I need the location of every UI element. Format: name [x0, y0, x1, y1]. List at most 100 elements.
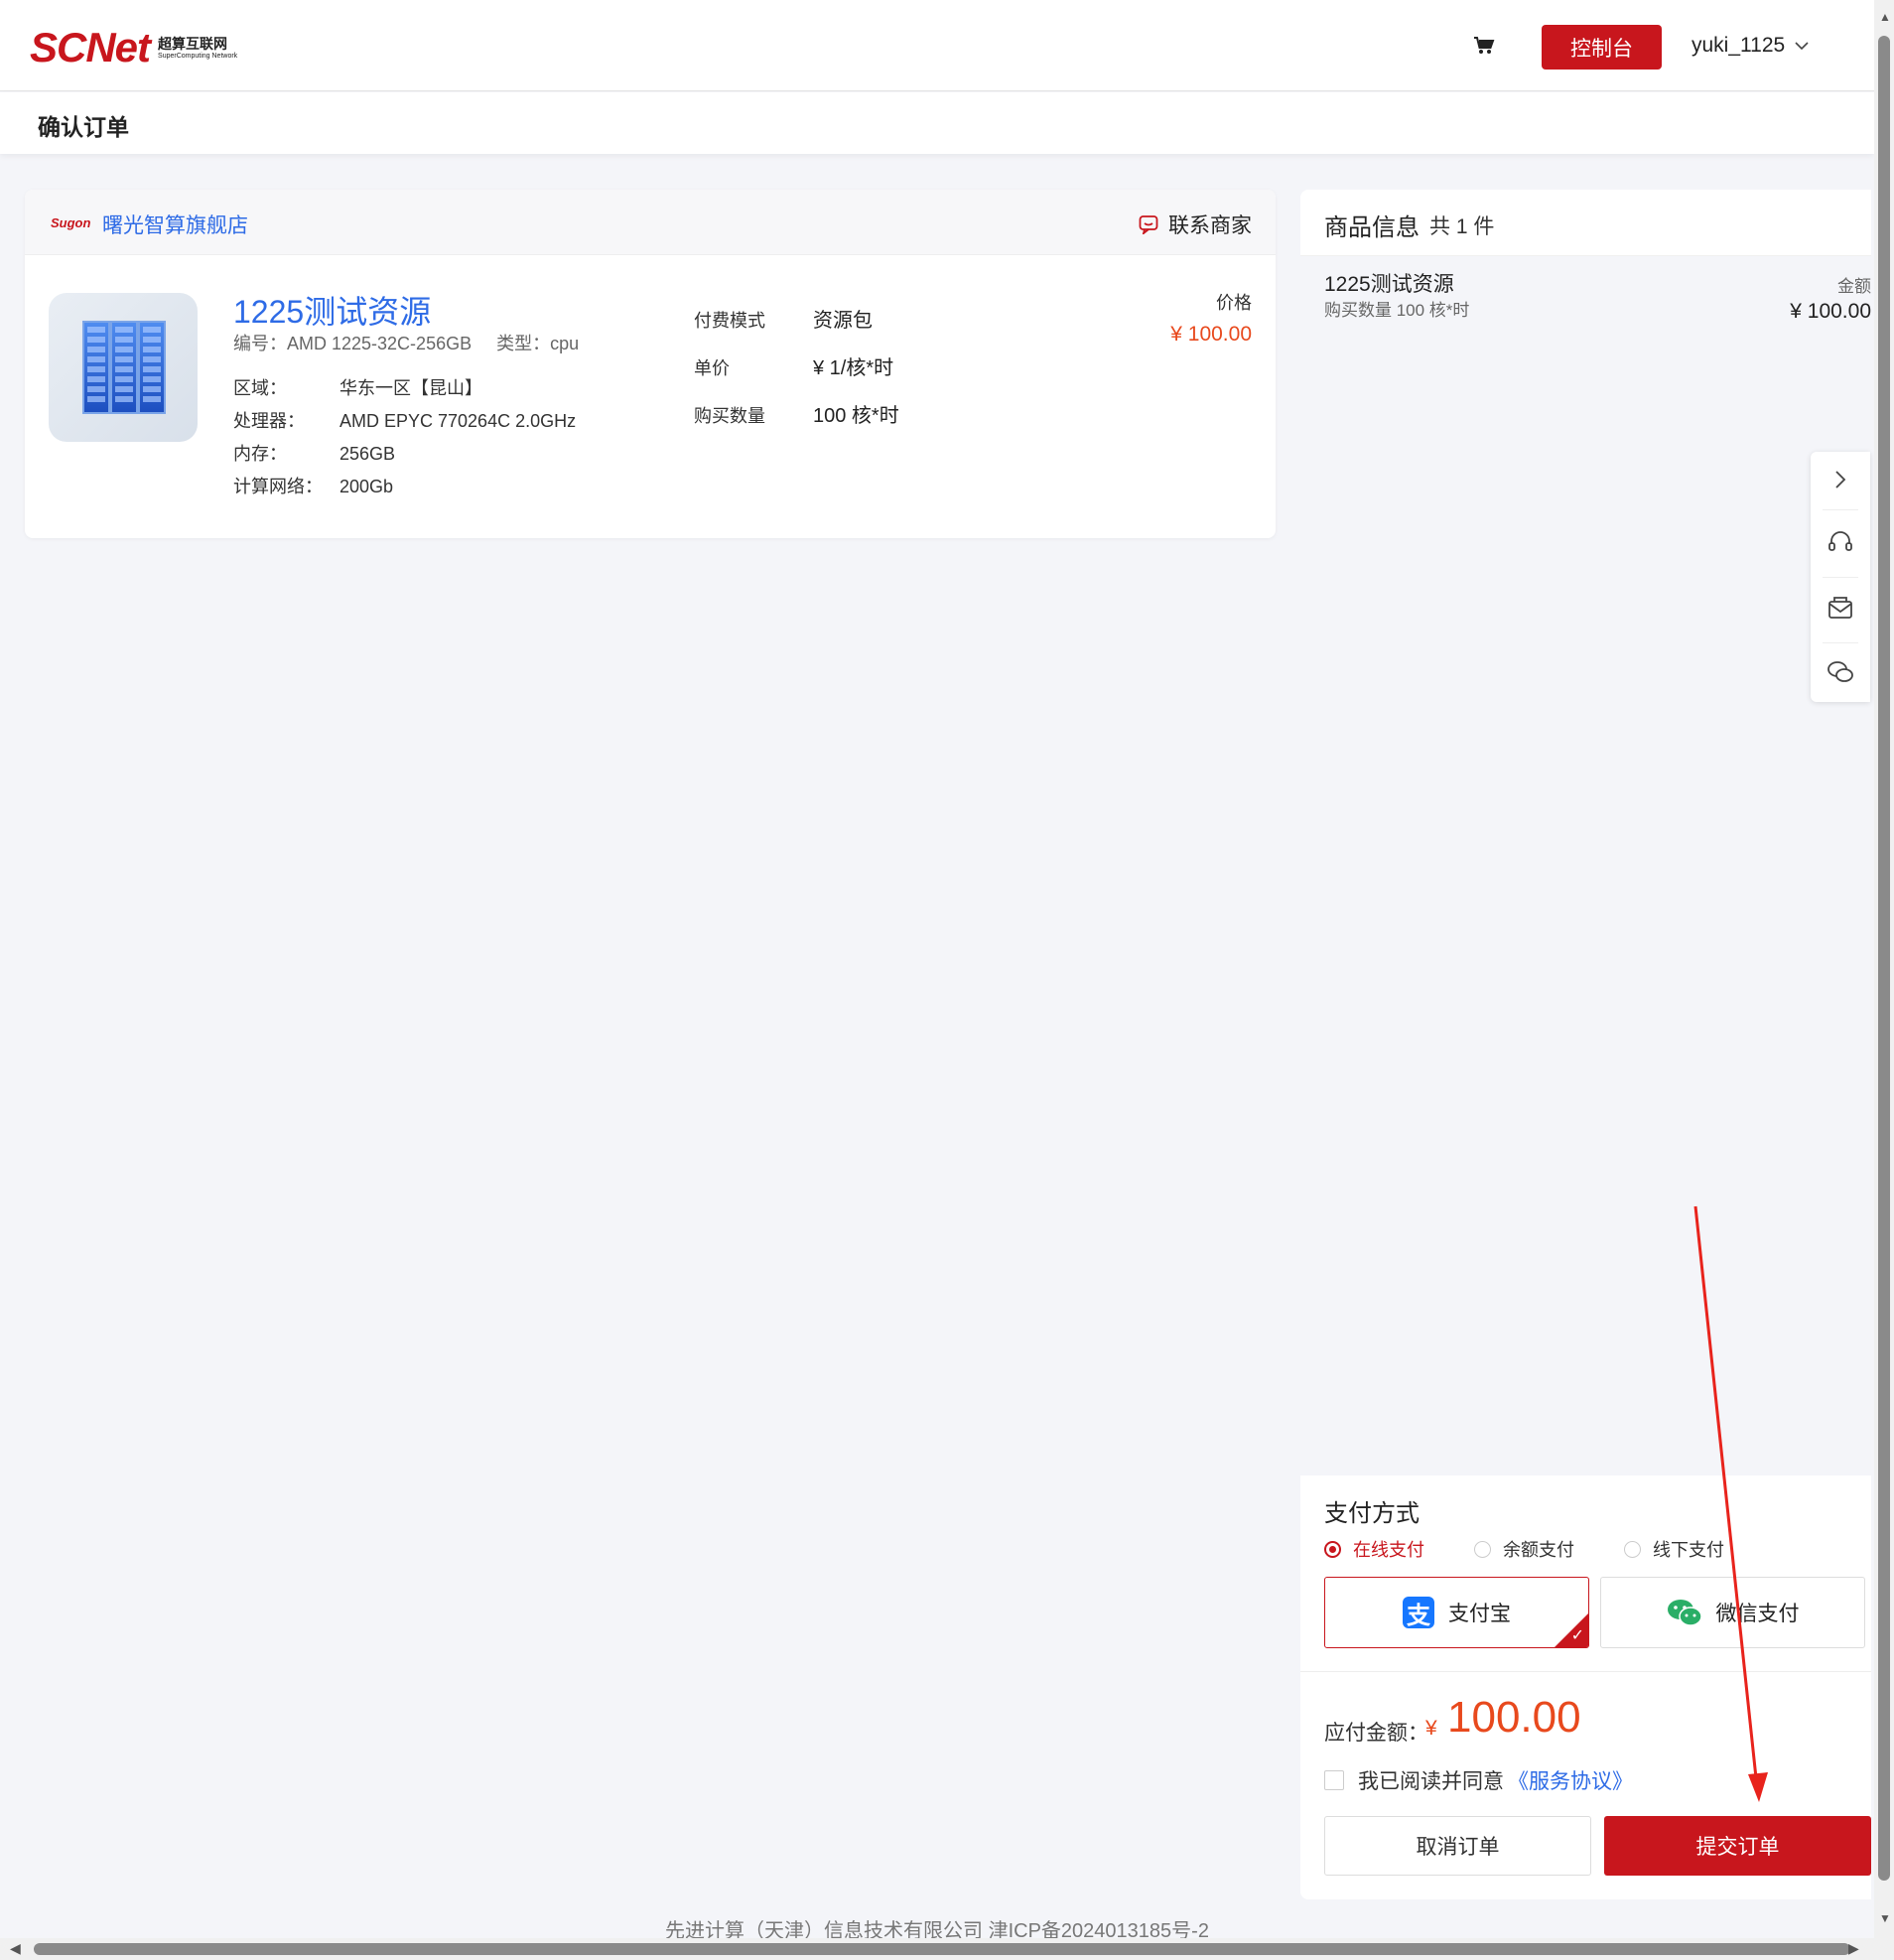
- spec-key: 处理器：: [233, 411, 305, 431]
- alipay-label: 支付宝: [1448, 1603, 1511, 1625]
- wechat-pay-button[interactable]: 微信支付: [1600, 1577, 1865, 1648]
- agreement-checkbox[interactable]: [1324, 1770, 1344, 1790]
- summary-title: 商品信息: [1324, 214, 1420, 241]
- spec-key: 内存：: [233, 444, 287, 464]
- radio-balance-pay[interactable]: 余额支付: [1474, 1536, 1574, 1562]
- server-rack-graphic: [138, 321, 166, 414]
- product-code-label: 编号：: [233, 334, 287, 353]
- scrollbar-thumb[interactable]: [34, 1943, 1850, 1955]
- logo-subtitle-cn: 超算互联网: [158, 35, 228, 52]
- footer-icp: 先进计算（天津）信息技术有限公司 津ICP备2024013185号-2: [665, 1920, 1209, 1938]
- payment-title: 支付方式: [1324, 1500, 1420, 1527]
- alipay-button[interactable]: 支 支付宝 ✓: [1324, 1577, 1589, 1648]
- page-title: 确认订单: [38, 114, 129, 140]
- submit-order-button[interactable]: 提交订单: [1604, 1816, 1871, 1876]
- divider: [1823, 642, 1858, 643]
- billing-key: 付费模式: [694, 311, 765, 331]
- vertical-scrollbar[interactable]: ▲ ▼: [1874, 0, 1894, 1960]
- amount-due-label: 应付金额：: [1324, 1722, 1428, 1745]
- spec-row: 内存： 256GB: [233, 440, 395, 466]
- scnet-logo[interactable]: SCNet 超算互联网 SuperComputing Network: [30, 26, 237, 70]
- spec-row: 处理器： AMD EPYC 770264C 2.0GHz: [233, 407, 576, 433]
- product-type: cpu: [550, 334, 580, 353]
- divider: [1823, 577, 1858, 578]
- order-summary-panel: 商品信息 共 1 件 1225测试资源 购买数量 100 核*时 金额 ¥ 10…: [1300, 190, 1871, 1899]
- summary-item-name: 1225测试资源: [1324, 273, 1454, 296]
- spec-value: AMD EPYC 770264C 2.0GHz: [339, 411, 577, 431]
- check-icon: ✓: [1570, 1627, 1584, 1644]
- spec-row: 区域： 华东一区【昆山】: [233, 374, 482, 400]
- collapse-toolbar-button[interactable]: [1823, 462, 1858, 497]
- billing-value: ¥ 1/核*时: [813, 357, 894, 379]
- product-type-label: 类型：: [496, 334, 551, 353]
- server-rack-graphic: [82, 321, 110, 414]
- summary-amount: ¥ 100.00: [1790, 300, 1871, 323]
- agreement-row: 我已阅读并同意 《服务协议》: [1324, 1765, 1633, 1795]
- scroll-up-icon[interactable]: ▲: [1879, 10, 1891, 24]
- shop-logo: Sugon: [51, 215, 91, 230]
- spec-value: 256GB: [339, 444, 396, 464]
- scrollbar-thumb[interactable]: [1878, 36, 1890, 1881]
- headset-icon: [1828, 531, 1852, 551]
- alipay-icon: 支: [1403, 1597, 1434, 1629]
- divider: [1823, 509, 1858, 510]
- billing-row: 付费模式 资源包: [694, 304, 873, 333]
- wechat-contact-button[interactable]: [1823, 654, 1858, 690]
- contact-merchant-button[interactable]: 联系商家: [1139, 210, 1252, 239]
- billing-key: 购买数量: [694, 406, 765, 426]
- scroll-down-icon[interactable]: ▼: [1879, 1911, 1891, 1925]
- chevron-down-icon: [1795, 42, 1809, 51]
- customer-service-button[interactable]: [1823, 524, 1858, 560]
- amount-due-value: 100.00: [1447, 1693, 1581, 1742]
- summary-header: 商品信息 共 1 件: [1300, 190, 1871, 256]
- radio-online-pay[interactable]: 在线支付: [1324, 1536, 1424, 1562]
- agreement-text: 我已阅读并同意: [1358, 1770, 1504, 1793]
- spec-key: 区域：: [233, 378, 287, 398]
- payment-option-group: 在线支付 余额支付 线下支付: [1324, 1536, 1724, 1562]
- billing-row: 购买数量 100 核*时: [694, 399, 899, 428]
- summary-item-qty: 购买数量 100 核*时: [1324, 301, 1470, 320]
- summary-count: 共 1 件: [1429, 215, 1495, 238]
- message-button[interactable]: [1823, 591, 1858, 627]
- divider: [1300, 1671, 1871, 1672]
- page-header: 确认订单: [0, 92, 1874, 154]
- spec-row: 计算网络： 200Gb: [233, 473, 393, 498]
- top-nav-bar: SCNet 超算互联网 SuperComputing Network 控制台 y…: [0, 0, 1874, 91]
- user-menu[interactable]: yuki_1125: [1691, 34, 1809, 58]
- radio-dot: [1324, 1540, 1341, 1558]
- product-code: AMD 1225-32C-256GB: [287, 334, 473, 353]
- amount-due-currency: ¥: [1425, 1717, 1437, 1740]
- mail-icon: [1828, 597, 1852, 619]
- summary-amount-label: 金额: [1837, 277, 1871, 296]
- radio-offline-pay[interactable]: 线下支付: [1624, 1536, 1724, 1562]
- wechat-pay-icon: [1667, 1600, 1702, 1626]
- radio-label: 线下支付: [1653, 1540, 1724, 1560]
- shop-name-link[interactable]: 曙光智算旗舰店: [102, 210, 248, 239]
- order-item-card: Sugon 曙光智算旗舰店 联系商家 1225测试资源 编号：AMD 1225-…: [25, 190, 1276, 538]
- scroll-right-icon[interactable]: ▶: [1848, 1940, 1859, 1957]
- product-name-link[interactable]: 1225测试资源: [233, 287, 431, 333]
- logo-subtitle-en: SuperComputing Network: [158, 52, 238, 60]
- radio-label: 余额支付: [1503, 1540, 1574, 1560]
- service-agreement-link[interactable]: 《服务协议》: [1508, 1765, 1633, 1795]
- product-image: [49, 293, 198, 442]
- spec-key: 计算网络：: [233, 477, 323, 496]
- price-value: ¥ 100.00: [1170, 323, 1252, 346]
- summary-items: 1225测试资源 购买数量 100 核*时 金额 ¥ 100.00: [1300, 256, 1871, 1475]
- contact-merchant-label: 联系商家: [1168, 214, 1252, 237]
- radio-dot: [1474, 1540, 1491, 1558]
- product-meta: 编号：AMD 1225-32C-256GB 类型：cpu: [233, 330, 579, 355]
- wechat-icon: [1827, 661, 1853, 682]
- wechat-pay-label: 微信支付: [1715, 1603, 1800, 1625]
- logo-subtitle: 超算互联网 SuperComputing Network: [158, 37, 237, 60]
- spec-value: 200Gb: [339, 477, 394, 496]
- console-button[interactable]: 控制台: [1542, 25, 1662, 70]
- cancel-order-button[interactable]: 取消订单: [1324, 1816, 1591, 1876]
- cart-icon[interactable]: [1473, 36, 1495, 56]
- horizontal-scrollbar[interactable]: ◀ ▶: [0, 1938, 1874, 1960]
- floating-toolbar: [1811, 452, 1870, 702]
- shop-header: Sugon 曙光智算旗舰店 联系商家: [25, 190, 1276, 255]
- spec-value: 华东一区【昆山】: [339, 378, 482, 398]
- billing-row: 单价 ¥ 1/核*时: [694, 351, 893, 380]
- scroll-left-icon[interactable]: ◀: [10, 1940, 21, 1957]
